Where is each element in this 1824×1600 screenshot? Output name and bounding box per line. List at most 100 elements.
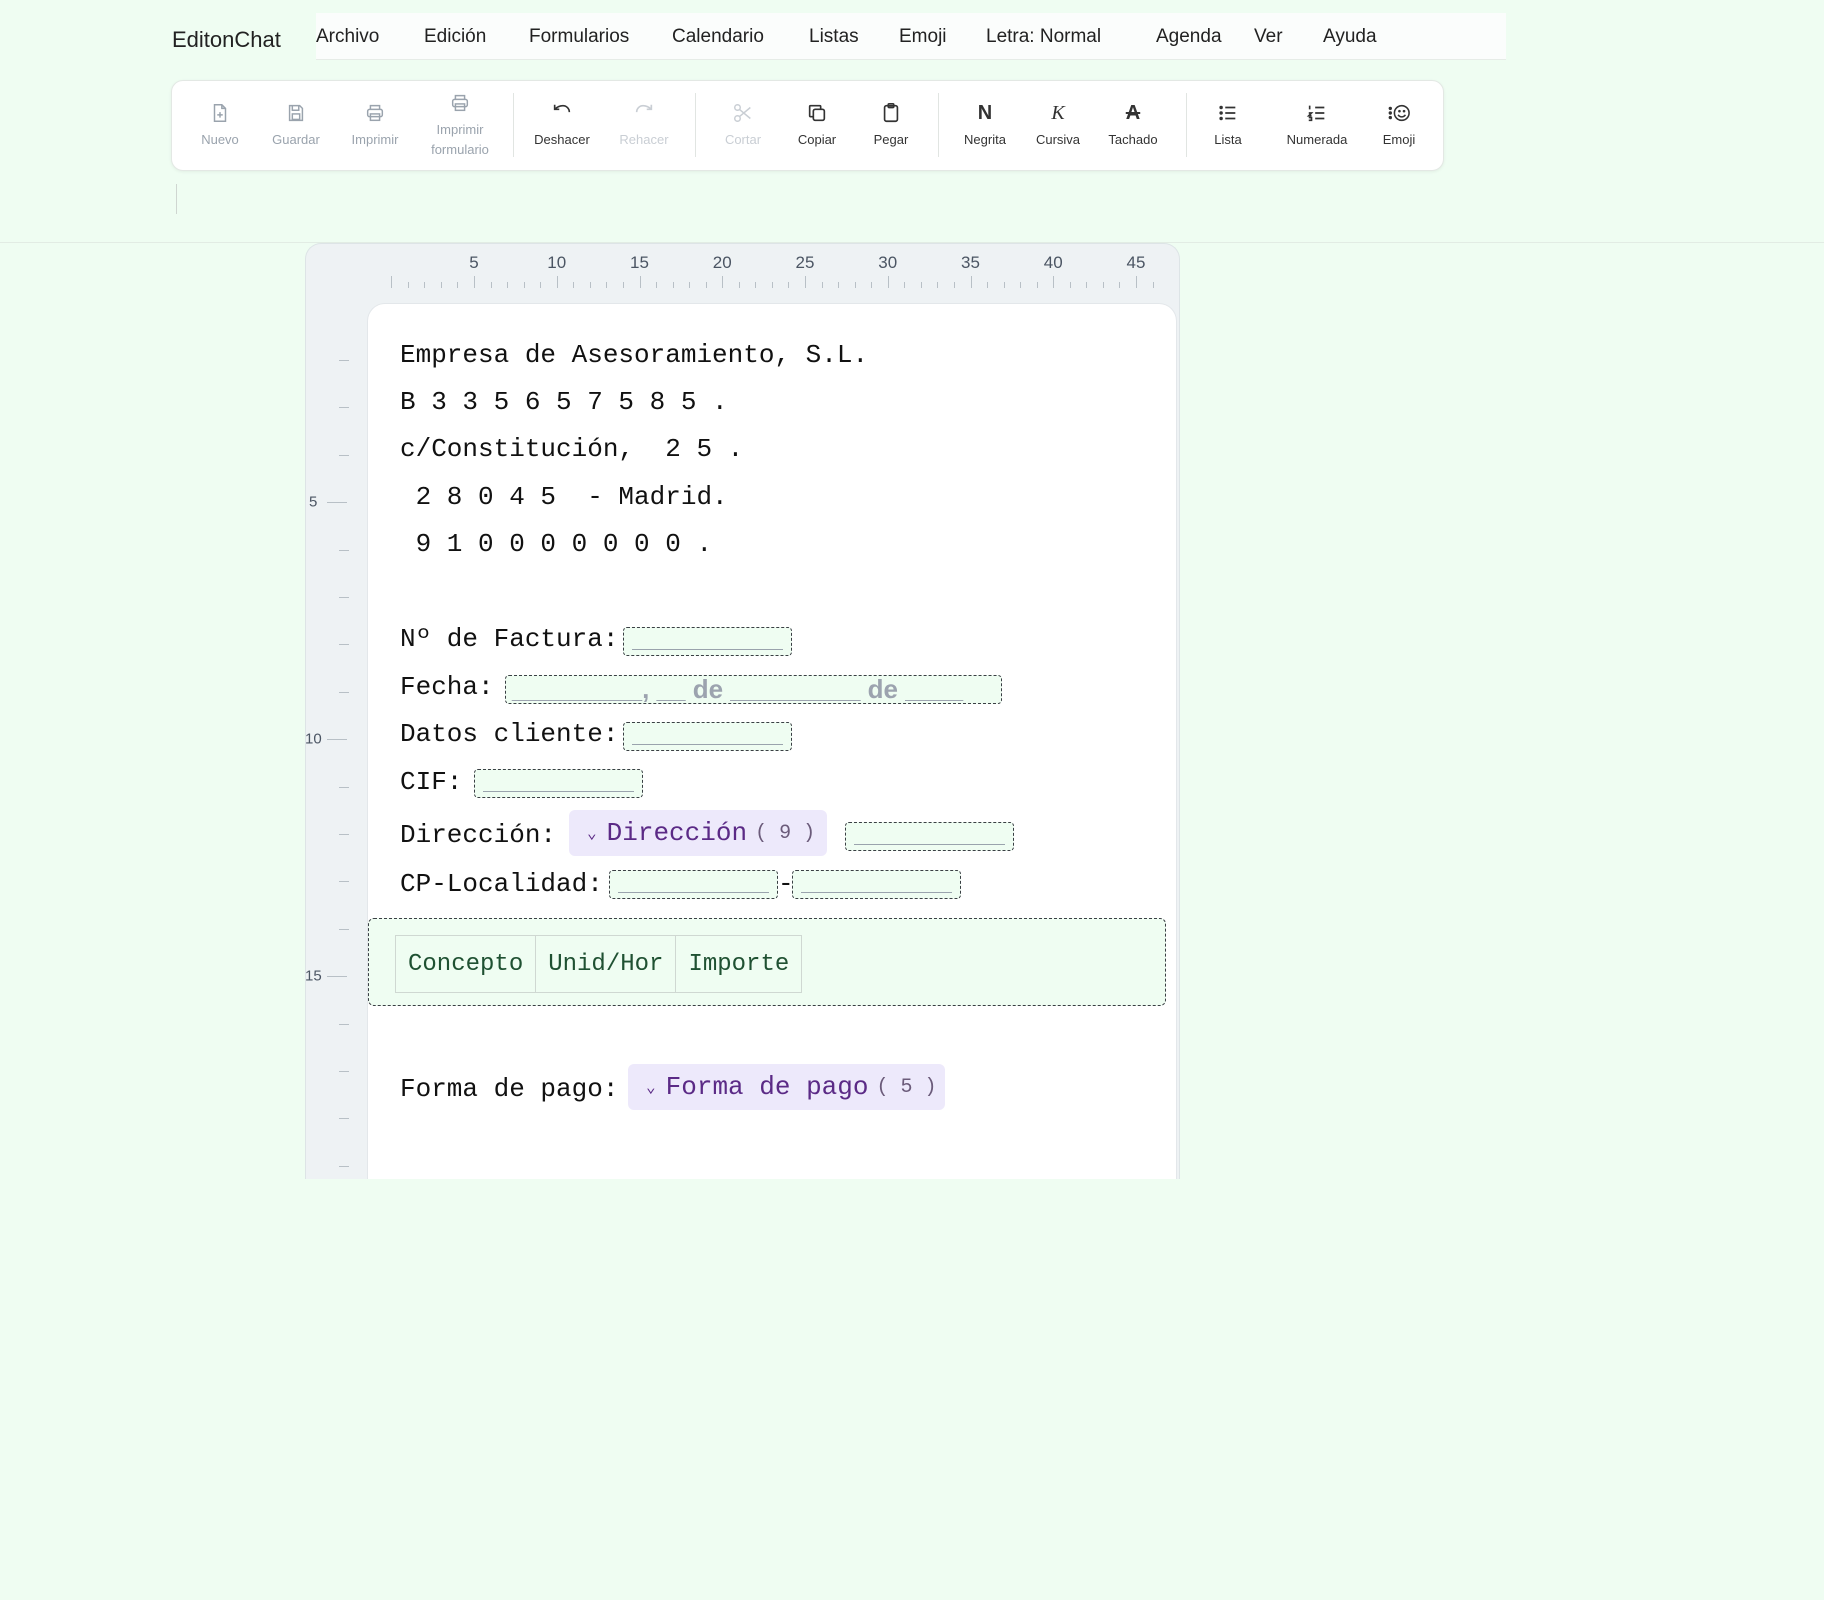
ruler-tick	[821, 282, 823, 288]
chevron-down-icon: ⌄	[646, 1079, 656, 1097]
ruler-tick	[339, 881, 349, 883]
menu-emoji[interactable]: Emoji	[899, 26, 947, 48]
menu-items: Archivo Edición Formularios Calendario L…	[316, 12, 1506, 60]
cursiva-button[interactable]: K Cursiva	[1023, 81, 1093, 170]
ruler-tick	[788, 282, 790, 288]
ruler-tick	[339, 597, 349, 598]
strikethrough-icon: A	[1125, 101, 1141, 124]
date-label: Fecha:	[400, 672, 494, 702]
ruler-tick	[854, 282, 856, 288]
menu-formularios[interactable]: Formularios	[529, 26, 629, 48]
menu-ayuda[interactable]: Ayuda	[1323, 26, 1377, 48]
cif-label: CIF:	[400, 767, 463, 797]
ruler-tick	[887, 276, 889, 288]
ruler-tick	[1102, 282, 1104, 288]
ruler-tick	[339, 454, 349, 456]
menu-agenda[interactable]: Agenda	[1156, 26, 1222, 48]
ruler-tick	[573, 282, 575, 288]
date-placeholder: _________, __ de _________ de ____	[512, 674, 964, 704]
menu-archivo[interactable]: Archivo	[316, 26, 379, 48]
menu-listas[interactable]: Listas	[809, 26, 859, 48]
bold-icon: N	[977, 101, 993, 124]
rehacer-button[interactable]: Rehacer	[609, 81, 679, 170]
ruler-number: 5	[469, 253, 479, 272]
ruler-tick	[738, 282, 740, 288]
ruler-tick	[440, 282, 442, 288]
table-header-importe[interactable]: Importe	[676, 936, 801, 992]
undo-icon	[553, 104, 571, 112]
ruler-number: 35	[961, 253, 980, 272]
payment-label: Forma de pago:	[400, 1074, 619, 1104]
menu-letra[interactable]: Letra: Normal	[986, 26, 1101, 48]
cortar-button[interactable]: Cortar	[708, 81, 778, 170]
ruler-tick	[391, 276, 393, 288]
table-header-row: Concepto Unid/Hor Importe	[395, 935, 803, 993]
emoji-button[interactable]: Emoji	[1364, 81, 1434, 170]
horizontal-ruler[interactable]: 5 10 15 20 25 30 35 40 45	[351, 243, 1177, 290]
lista-button[interactable]: Lista	[1193, 81, 1263, 170]
menu-edicion[interactable]: Edición	[424, 26, 486, 48]
toolbar-separator	[695, 93, 696, 157]
ruler-number: 15	[305, 967, 322, 985]
app-title: EditonChat	[172, 27, 281, 52]
cif-field[interactable]	[474, 769, 643, 798]
ruler-number: 15	[630, 253, 649, 272]
table-header-unid-hor[interactable]: Unid/Hor	[536, 936, 677, 992]
copiar-button[interactable]: Copiar	[782, 81, 852, 170]
guardar-button[interactable]: Guardar	[261, 81, 331, 170]
pegar-button[interactable]: Pegar	[856, 81, 926, 170]
ruler-tick	[987, 282, 989, 288]
ruler-tick	[339, 691, 349, 693]
numerada-button[interactable]: Numerada	[1272, 81, 1362, 170]
imprimir-formulario-button[interactable]: Imprimir formulario	[420, 81, 500, 170]
ruler-tick	[755, 282, 757, 288]
localidad-field[interactable]	[792, 870, 961, 899]
address-dropdown[interactable]: ⌄ Dirección ( 9 )	[569, 810, 827, 856]
new-file-icon	[213, 103, 227, 122]
tachado-button[interactable]: A Tachado	[1098, 81, 1168, 170]
ruler-tick	[339, 928, 349, 930]
ruler-tick	[920, 282, 922, 288]
emoji-icon	[1388, 104, 1410, 121]
save-icon	[288, 104, 304, 121]
ruler-number: 30	[878, 253, 898, 272]
ruler-tick	[805, 276, 806, 288]
cp-field[interactable]	[609, 870, 778, 899]
client-field[interactable]	[623, 722, 792, 751]
ruler-number: 25	[795, 253, 815, 272]
concept-table[interactable]: Concepto Unid/Hor Importe	[368, 918, 1166, 1006]
toolbar-separator	[1186, 93, 1187, 157]
imprimir-button[interactable]: Imprimir	[340, 81, 410, 170]
deshacer-button[interactable]: Deshacer	[527, 81, 597, 170]
vertical-ruler[interactable]: 5 10 15	[305, 290, 351, 1178]
ruler-tick	[339, 549, 349, 551]
invoice-number-field[interactable]	[623, 627, 792, 656]
table-header-concepto[interactable]: Concepto	[396, 936, 537, 992]
ruler-number: 20	[712, 253, 732, 272]
copy-icon	[808, 104, 826, 121]
ruler-tick	[1036, 282, 1038, 288]
ruler-number: 5	[309, 493, 318, 511]
ruler-number: 10	[305, 730, 322, 748]
date-field[interactable]: _________, __ de _________ de ____	[505, 674, 1002, 704]
nuevo-button[interactable]: Nuevo	[187, 81, 253, 170]
ruler-tick	[606, 282, 608, 288]
ruler-tick	[871, 282, 873, 288]
address-label: Dirección:	[400, 820, 557, 850]
ruler-tick	[705, 282, 707, 288]
ruler-tick	[540, 282, 542, 288]
ruler-tick	[656, 282, 658, 288]
company-city: 2 8 0 4 5 - Madrid.	[400, 482, 728, 512]
menu-ver[interactable]: Ver	[1254, 26, 1283, 48]
address-field[interactable]	[845, 822, 1014, 851]
ruler-tick	[953, 282, 955, 288]
negrita-button[interactable]: N Negrita	[950, 81, 1020, 170]
ruler-tick	[1119, 282, 1121, 288]
ruler-tick	[1086, 282, 1088, 288]
company-street: c/Constitución, 2 5 .	[400, 434, 744, 464]
company-cif: B 3 3 5 6 5 7 5 8 5 .	[400, 387, 728, 417]
ruler-tick	[339, 834, 349, 835]
company-name: Empresa de Asesoramiento, S.L.	[400, 340, 869, 370]
payment-dropdown[interactable]: ⌄ Forma de pago ( 5 )	[628, 1064, 945, 1110]
menu-calendario[interactable]: Calendario	[672, 26, 764, 48]
